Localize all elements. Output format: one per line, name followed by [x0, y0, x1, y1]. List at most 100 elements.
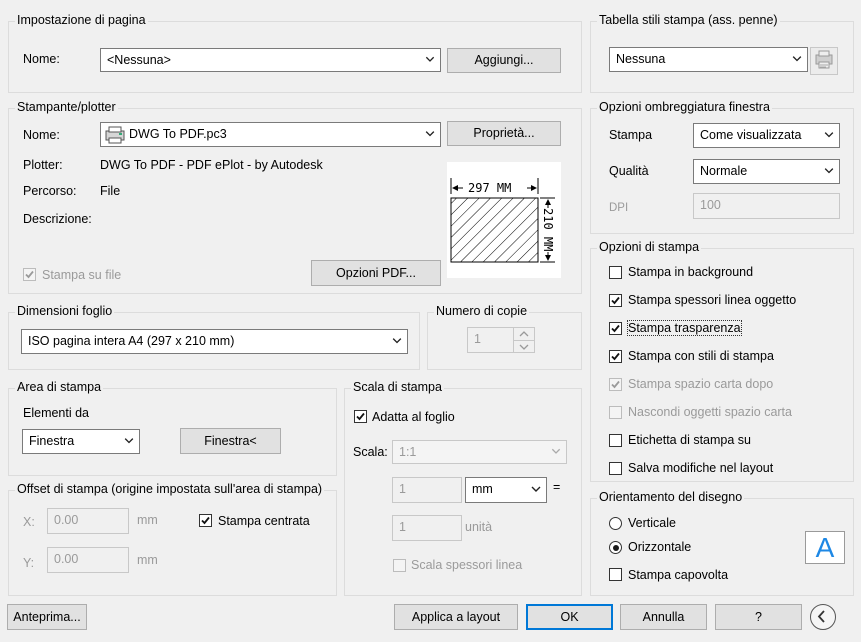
collapse-button[interactable] — [810, 604, 836, 630]
offset-x-value: 0.00 — [54, 513, 79, 527]
spin-up-icon[interactable] — [514, 328, 534, 340]
scale-value: 1:1 — [399, 445, 417, 459]
scale-value2: 1 — [399, 520, 406, 534]
plot-option-label: Stampa trasparenza — [627, 320, 742, 336]
plot-option-checkbox[interactable] — [609, 434, 622, 447]
path-value: File — [100, 184, 121, 198]
shaded-viewport-title: Opzioni ombreggiatura finestra — [597, 100, 772, 114]
plot-option-checkbox[interactable] — [609, 294, 622, 307]
scale-value2-input[interactable]: 1 — [392, 515, 462, 541]
plotter-icon — [105, 126, 125, 144]
offset-y-label: Y: — [23, 556, 35, 570]
spin-down-icon[interactable] — [514, 340, 534, 353]
plot-area-title: Area di stampa — [15, 380, 104, 394]
quality-label: Qualità — [609, 164, 649, 178]
plot-area-select[interactable]: Finestra — [22, 429, 140, 454]
plot-option-checkbox[interactable] — [609, 350, 622, 363]
page-setup-title: Impostazione di pagina — [15, 13, 148, 27]
preview-button[interactable]: Anteprima... — [7, 604, 87, 630]
plot-style-edit-icon — [815, 50, 833, 69]
printer-name-value: DWG To PDF.pc3 — [129, 127, 227, 141]
chevron-down-icon — [425, 131, 435, 137]
scale-value1-input[interactable]: 1 — [392, 477, 462, 503]
dpi-value: 100 — [700, 198, 721, 212]
dpi-input[interactable]: 100 — [693, 193, 840, 219]
copies-value: 1 — [474, 332, 481, 346]
apply-to-layout-button[interactable]: Applica a layout — [394, 604, 518, 630]
plotter-value: DWG To PDF - PDF ePlot - by Autodesk — [100, 158, 323, 172]
copies-title: Numero di copie — [434, 304, 530, 318]
chevron-left-icon — [817, 610, 825, 623]
pdf-options-button[interactable]: Opzioni PDF... — [311, 260, 441, 286]
plot-option-label: Nascondi oggetti spazio carta — [628, 405, 792, 419]
copies-spinner[interactable] — [513, 328, 534, 352]
chevron-down-icon — [824, 132, 834, 138]
plot-option-label: Stampa in background — [628, 265, 754, 279]
plot-option-checkbox[interactable] — [609, 322, 622, 335]
ok-button[interactable]: OK — [526, 604, 613, 630]
page-setup-name-select[interactable]: <Nessuna> — [100, 48, 441, 72]
dpi-label: DPI — [609, 202, 629, 214]
landscape-radio[interactable] — [609, 541, 622, 554]
scale-unit-value: mm — [472, 482, 493, 496]
properties-button[interactable]: Proprietà... — [447, 121, 561, 146]
plot-area-what-label: Elementi da — [23, 406, 90, 420]
center-plot-label: Stampa centrata — [218, 514, 310, 528]
orientation-icon-letter: A — [815, 532, 835, 563]
help-button[interactable]: ? — [715, 604, 802, 630]
paper-preview: 297 MM 210 MM — [447, 162, 561, 278]
shade-plot-label: Stampa — [609, 128, 653, 142]
plot-option-checkbox[interactable] — [609, 462, 622, 475]
plot-area-value: Finestra — [29, 434, 75, 448]
plot-to-file-checkbox[interactable] — [23, 268, 36, 281]
scale-unit-select[interactable]: mm — [465, 477, 547, 503]
plot-option-checkbox[interactable] — [609, 266, 622, 279]
quality-select[interactable]: Normale — [693, 159, 840, 184]
chevron-down-icon — [392, 338, 402, 344]
upside-down-checkbox[interactable] — [609, 568, 622, 581]
printer-title: Stampante/plotter — [15, 100, 118, 114]
scale-units-label: unità — [465, 520, 493, 534]
plot-option-label: Stampa spazio carta dopo — [628, 377, 774, 391]
plot-option-label: Etichetta di stampa su — [628, 433, 751, 447]
plot-style-select[interactable]: Nessuna — [609, 47, 808, 72]
preview-width-label: 297 MM — [467, 181, 513, 195]
plot-offset-title: Offset di stampa (origine impostata sull… — [15, 482, 325, 496]
center-plot-checkbox[interactable] — [199, 514, 212, 527]
page-setup-name-value: <Nessuna> — [107, 53, 171, 67]
scale-select[interactable]: 1:1 — [392, 440, 567, 464]
chevron-down-icon — [551, 448, 561, 454]
offset-y-input[interactable]: 0.00 — [47, 547, 129, 573]
chevron-down-icon — [124, 438, 134, 444]
add-button[interactable]: Aggiungi... — [447, 48, 561, 73]
scale-lineweights-checkbox[interactable] — [393, 559, 406, 572]
plot-style-title: Tabella stili stampa (ass. penne) — [597, 13, 780, 27]
paper-size-select[interactable]: ISO pagina intera A4 (297 x 210 mm) — [21, 329, 408, 354]
plot-option-checkbox[interactable] — [609, 406, 622, 419]
plot-option-label: Stampa spessori linea oggetto — [628, 293, 797, 307]
paper-size-title: Dimensioni foglio — [15, 304, 115, 318]
plot-scale-title: Scala di stampa — [351, 380, 444, 394]
chevron-down-icon — [824, 168, 834, 174]
shade-plot-select[interactable]: Come visualizzata — [693, 123, 840, 148]
plot-style-edit-button[interactable] — [810, 47, 838, 75]
offset-x-input[interactable]: 0.00 — [47, 508, 129, 534]
chevron-down-icon — [792, 56, 802, 62]
chevron-down-icon — [531, 486, 541, 492]
paper-size-value: ISO pagina intera A4 (297 x 210 mm) — [28, 334, 235, 348]
printer-name-select[interactable]: DWG To PDF.pc3 — [100, 122, 441, 147]
landscape-label: Orizzontale — [628, 540, 692, 554]
scale-label: Scala: — [353, 445, 388, 459]
offset-x-label: X: — [23, 515, 35, 529]
copies-input[interactable]: 1 — [467, 327, 535, 353]
fit-to-paper-checkbox[interactable] — [354, 410, 367, 423]
fit-to-paper-label: Adatta al foglio — [372, 410, 455, 424]
offset-y-value: 0.00 — [54, 552, 79, 566]
portrait-radio[interactable] — [609, 517, 622, 530]
cancel-button[interactable]: Annulla — [620, 604, 707, 630]
orientation-preview-icon: A — [805, 531, 845, 564]
preview-height-label: 210 MM — [541, 208, 555, 252]
window-button[interactable]: Finestra< — [180, 428, 281, 454]
plot-option-checkbox[interactable] — [609, 378, 622, 391]
plot-to-file-label: Stampa su file — [42, 268, 122, 282]
